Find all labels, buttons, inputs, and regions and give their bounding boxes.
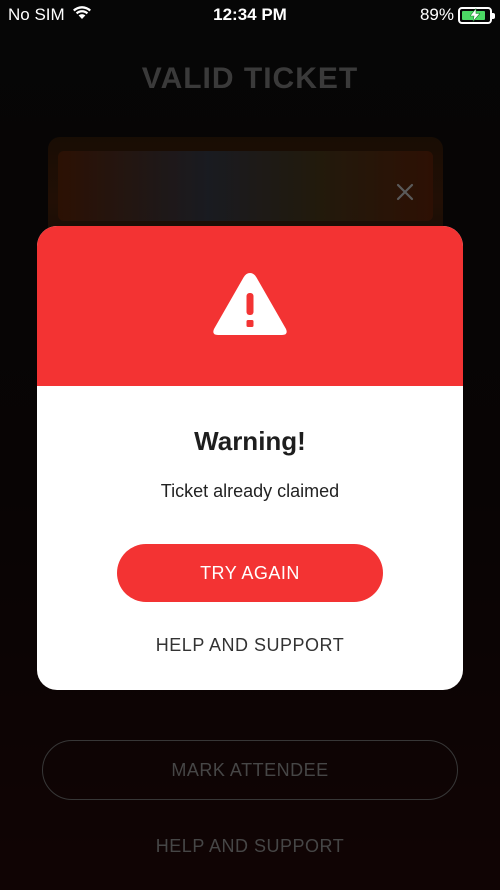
dialog-help-support-link[interactable]: HELP AND SUPPORT: [37, 635, 463, 656]
dialog-header: [37, 226, 463, 386]
battery-percent: 89%: [419, 5, 454, 24]
try-again-button[interactable]: TRY AGAIN: [117, 544, 383, 602]
status-right: 89%: [419, 5, 495, 25]
dialog-message: Ticket already claimed: [160, 481, 340, 501]
bolt-icon: [470, 8, 480, 22]
warning-triangle-icon: [210, 269, 290, 344]
dialog-title: Warning!: [194, 426, 306, 456]
warning-dialog: Warning! Ticket already claimed TRY AGAI…: [37, 226, 463, 690]
battery-charging-icon: [458, 6, 495, 24]
app-screen: No SIM 12:34 PM 89% VALID TICKET MARK AT…: [0, 0, 500, 890]
status-bar: No SIM 12:34 PM 89%: [0, 0, 500, 30]
